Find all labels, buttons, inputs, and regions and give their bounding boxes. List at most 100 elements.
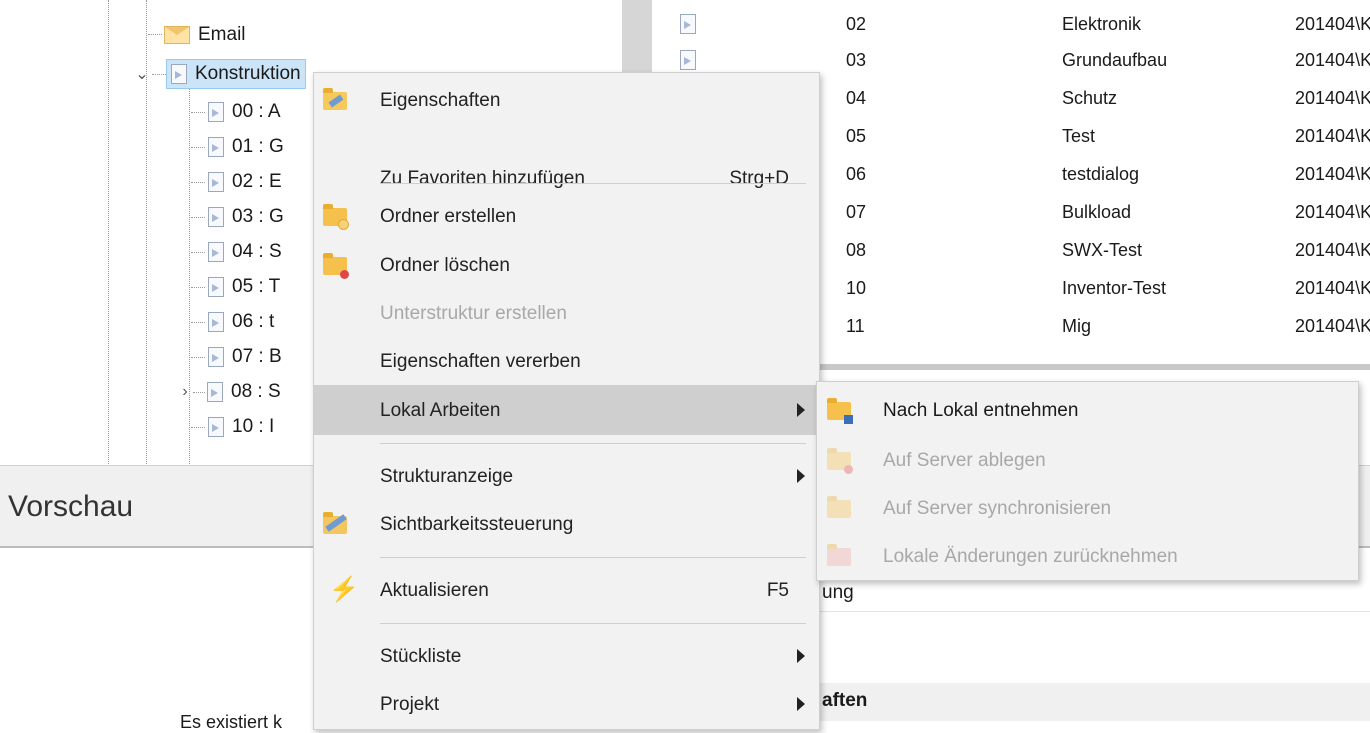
tree-connector — [191, 112, 205, 113]
menu-item-label: Ordner erstellen — [380, 206, 517, 227]
tree-item[interactable]: 10 : I — [208, 412, 274, 442]
menu-item-label: Ordner löschen — [380, 255, 510, 276]
tree-item-label: 01 : G — [232, 136, 284, 157]
row-path: 201404\K — [1295, 14, 1370, 34]
menu-separator — [380, 623, 806, 624]
preview-message: Es existiert k — [180, 712, 283, 732]
submenu-item-auf-server-synchronisieren[interactable]: Auf Server synchronisieren — [817, 484, 1358, 532]
row-number: 04 — [846, 88, 867, 108]
submenu-item-nach-lokal-entnehmen[interactable]: Nach Lokal entnehmen — [817, 386, 1358, 434]
tree-connector — [193, 391, 205, 393]
row-number: 10 — [846, 278, 867, 298]
document-icon — [208, 347, 224, 367]
menu-item-aktualisieren[interactable]: ⚡ Aktualisieren F5 — [314, 569, 819, 611]
row-number: 11 — [846, 316, 865, 336]
menu-item-label: Aktualisieren — [380, 580, 489, 601]
menu-item-shortcut: Strg+D — [729, 168, 789, 189]
tree-connector — [191, 252, 205, 253]
row-path: 201404\K — [1295, 278, 1370, 298]
property-label-fragment: ung — [822, 582, 854, 603]
tree-item[interactable]: 00 : A — [208, 97, 281, 127]
document-icon — [208, 137, 224, 157]
folder-revert-icon — [827, 544, 853, 568]
row-name: SWX-Test — [1062, 240, 1143, 260]
chevron-down-icon[interactable]: ⌄ — [134, 64, 150, 84]
tree-item-label: 06 : t — [232, 311, 275, 332]
menu-item-ordner-erstellen[interactable]: Ordner erstellen — [314, 195, 819, 237]
tree-item[interactable]: 05 : T — [208, 272, 280, 302]
tree-connector — [191, 322, 205, 323]
menu-item-eigenschaften-vererben[interactable]: Eigenschaften vererben — [314, 340, 819, 382]
row-path: 201404\K — [1295, 50, 1370, 70]
row-name: testdialog — [1062, 164, 1140, 184]
lokal-arbeiten-submenu: Nach Lokal entnehmen Auf Server ablegen … — [816, 381, 1359, 581]
menu-item-label: Projekt — [380, 694, 440, 715]
menu-item-favoriten[interactable]: Zu Favoriten hinzufügen Strg+D — [314, 157, 819, 199]
submenu-item-label: Nach Lokal entnehmen — [883, 400, 1079, 421]
menu-item-label: Lokal Arbeiten — [380, 400, 501, 421]
row-name: Inventor-Test — [1062, 278, 1167, 298]
menu-item-unterstruktur-erstellen[interactable]: Unterstruktur erstellen — [314, 292, 819, 334]
chevron-right-icon — [797, 403, 805, 417]
properties-header — [818, 683, 1370, 721]
context-menu: Eigenschaften Zu Favoriten hinzufügen St… — [313, 72, 820, 730]
tree-connector — [191, 182, 205, 183]
menu-item-strukturanzeige[interactable]: Strukturanzeige — [314, 455, 819, 497]
tree-guide-line — [189, 86, 190, 470]
tree-connector — [191, 287, 205, 288]
row-number: 03 — [846, 50, 867, 70]
tree-item[interactable]: 04 : S — [208, 237, 282, 267]
properties-header-label: aften — [822, 690, 868, 711]
tree-item-label: Email — [198, 24, 246, 45]
tree-connector — [191, 147, 205, 148]
chevron-right-icon — [797, 649, 805, 663]
tree-connector — [152, 73, 166, 75]
tree-connector — [191, 217, 205, 218]
folder-upload-icon — [827, 448, 853, 474]
submenu-item-label: Lokale Änderungen zurücknehmen — [883, 546, 1178, 567]
row-name: Bulkload — [1062, 202, 1132, 222]
menu-item-label: Strukturanzeige — [380, 466, 514, 487]
tree-item[interactable]: 01 : G — [208, 132, 284, 162]
tree-item[interactable]: 02 : E — [208, 167, 282, 197]
mail-icon — [164, 26, 190, 44]
tree-selection: Konstruktion — [166, 59, 306, 89]
chevron-right-icon[interactable]: › — [177, 383, 193, 401]
preview-title: Vorschau — [8, 490, 134, 523]
tree-item-email[interactable]: Email — [164, 20, 246, 50]
menu-item-sichtbarkeitssteuerung[interactable]: Sichtbarkeitssteuerung — [314, 503, 819, 545]
row-path: 201404\K — [1295, 88, 1370, 108]
table-row[interactable]: 02 Elektronik 201404\K — [652, 8, 1370, 44]
tree-item[interactable]: 07 : B — [208, 342, 282, 372]
row-number: 05 — [846, 126, 867, 146]
menu-item-projekt[interactable]: Projekt — [314, 683, 819, 725]
document-icon — [208, 312, 224, 332]
tree-item-label: 08 : S — [231, 381, 281, 402]
menu-item-eigenschaften[interactable]: Eigenschaften — [314, 79, 819, 121]
document-icon — [208, 172, 224, 192]
chevron-right-icon — [797, 697, 805, 711]
tree-item-label: 05 : T — [232, 276, 281, 297]
row-number: 06 — [846, 164, 867, 184]
tree-item-konstruktion[interactable]: ⌄ Konstruktion — [134, 59, 306, 89]
row-name: Test — [1062, 126, 1096, 146]
row-path: 201404\K — [1295, 316, 1370, 336]
document-icon — [207, 382, 223, 402]
menu-separator — [380, 183, 806, 184]
menu-item-stueckliste[interactable]: Stückliste — [314, 635, 819, 677]
document-icon — [208, 277, 224, 297]
menu-item-ordner-loeschen[interactable]: Ordner löschen — [314, 244, 819, 286]
row-number: 08 — [846, 240, 867, 260]
menu-item-label: Eigenschaften — [380, 90, 501, 111]
tree-connector — [148, 34, 162, 35]
row-name: Schutz — [1062, 88, 1118, 108]
tree-item[interactable]: 06 : t — [208, 307, 274, 337]
row-name: Mig — [1062, 316, 1092, 336]
tree-item-label: 00 : A — [232, 101, 281, 122]
folder-sync-icon — [827, 496, 853, 520]
menu-item-lokal-arbeiten[interactable]: Lokal Arbeiten — [314, 385, 819, 435]
submenu-item-auf-server-ablegen[interactable]: Auf Server ablegen — [817, 436, 1358, 484]
tree-item[interactable]: 03 : G — [208, 202, 284, 232]
tree-item[interactable]: › 08 : S — [177, 377, 281, 407]
submenu-item-lokale-aenderungen-zuruecknehmen[interactable]: Lokale Änderungen zurücknehmen — [817, 532, 1358, 580]
